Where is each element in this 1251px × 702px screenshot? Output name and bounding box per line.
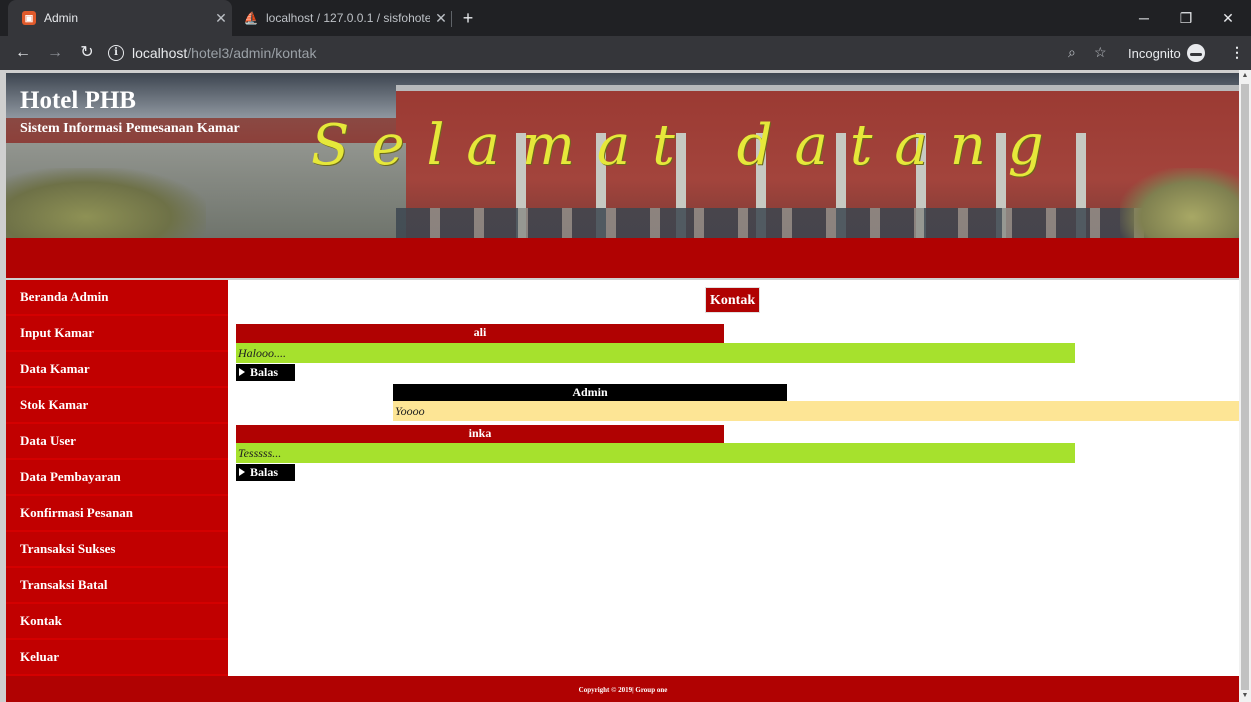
reply-label: Balas (250, 465, 279, 479)
close-icon[interactable]: ✕ (430, 10, 452, 27)
reply-label: Balas (250, 365, 279, 379)
tab-phpmyadmin[interactable]: ⛵ localhost / 127.0.0.1 / sisfohotel / ✕ (232, 0, 452, 36)
sidebar-item-transaksi-batal[interactable]: Transaksi Batal (6, 568, 228, 604)
zoom-magnifier-icon[interactable]: ⌕ (1068, 44, 1076, 61)
sidebar-item-data-kamar[interactable]: Data Kamar (6, 352, 228, 388)
message-text: Yoooo (393, 401, 1240, 421)
banner-trees (1120, 168, 1240, 238)
arrow-right-icon (239, 368, 245, 376)
sidebar-item-transaksi-sukses[interactable]: Transaksi Sukses (6, 532, 228, 568)
page-viewport: Hotel PHB Sistem Informasi Pemesanan Kam… (0, 70, 1251, 702)
url-path: /hotel3/admin/kontak (187, 45, 317, 61)
scroll-up-icon[interactable]: ▲ (1239, 70, 1251, 82)
vertical-scrollbar[interactable]: ▲ ▼ (1239, 70, 1251, 702)
incognito-indicator[interactable]: Incognito (1128, 44, 1205, 62)
banner-windows (396, 208, 1240, 238)
window-close-icon[interactable]: ✕ (1208, 0, 1248, 36)
close-icon[interactable]: ✕ (210, 10, 232, 27)
site-title: Hotel PHB (20, 87, 136, 114)
minimize-icon[interactable]: ─ (1124, 0, 1164, 36)
incognito-icon (1186, 44, 1205, 62)
url-host: localhost (132, 45, 188, 61)
sidebar-item-beranda-admin[interactable]: Beranda Admin (6, 280, 228, 316)
site-subtitle: Sistem Informasi Pemesanan Kamar (20, 121, 240, 136)
forward-arrow-icon[interactable]: → (44, 42, 66, 64)
reload-icon[interactable]: ↻ (76, 42, 98, 64)
header-red-bar (6, 238, 1240, 278)
bookmark-star-icon[interactable]: ☆ (1094, 44, 1107, 61)
sidebar-item-input-kamar[interactable]: Input Kamar (6, 316, 228, 352)
tab-separator (451, 11, 452, 27)
tab-admin[interactable]: ▣ Admin ✕ (8, 0, 232, 36)
scroll-thumb[interactable] (1241, 84, 1249, 690)
message-sender: ali (236, 324, 724, 343)
sidebar-item-keluar[interactable]: Keluar (6, 640, 228, 676)
browser-tab-bar: ▣ Admin ✕ ⛵ localhost / 127.0.0.1 / sisf… (0, 0, 1251, 36)
scroll-down-icon[interactable]: ▼ (1239, 690, 1251, 702)
tab-title: Admin (44, 11, 79, 25)
browser-toolbar: ← → ↻ i localhost/hotel3/admin/kontak ⌕ … (0, 36, 1251, 70)
copyright-text: Copyright © 2019| Group one (578, 686, 668, 694)
phpmyadmin-favicon-icon: ⛵ (243, 11, 259, 25)
incognito-label: Incognito (1128, 45, 1181, 61)
page-title: Kontak (705, 287, 761, 313)
sidebar-item-konfirmasi-pesanan[interactable]: Konfirmasi Pesanan (6, 496, 228, 532)
arrow-right-icon (239, 468, 245, 476)
reply-button[interactable]: Balas (236, 364, 295, 381)
footer: Copyright © 2019| Group one (6, 676, 1240, 702)
new-tab-plus-icon[interactable]: + (458, 8, 478, 28)
welcome-text: Selamat datang (311, 113, 1066, 178)
kebab-menu-icon[interactable]: ⋮ (1230, 44, 1244, 61)
restore-icon[interactable]: ❐ (1166, 0, 1206, 36)
banner-trees (6, 168, 206, 238)
main-content: Kontak ali Halooo.... Balas Admin Yoooo … (228, 280, 1240, 676)
admin-favicon-icon: ▣ (22, 11, 36, 25)
sidebar-item-kontak[interactable]: Kontak (6, 604, 228, 640)
tab-title: localhost / 127.0.0.1 / sisfohotel / (266, 11, 430, 25)
header-banner: Hotel PHB Sistem Informasi Pemesanan Kam… (6, 73, 1240, 238)
back-arrow-icon[interactable]: ← (12, 42, 34, 64)
reply-button[interactable]: Balas (236, 464, 295, 481)
sidebar-item-data-user[interactable]: Data User (6, 424, 228, 460)
message-text: Tesssss... (236, 443, 1075, 463)
sidebar-item-stok-kamar[interactable]: Stok Kamar (6, 388, 228, 424)
message-text: Halooo.... (236, 343, 1075, 363)
message-sender: inka (236, 425, 724, 444)
sidebar-menu: Beranda Admin Input Kamar Data Kamar Sto… (6, 280, 228, 676)
sidebar-item-data-pembayaran[interactable]: Data Pembayaran (6, 460, 228, 496)
info-icon[interactable]: i (108, 45, 124, 61)
address-bar[interactable]: i localhost/hotel3/admin/kontak (108, 40, 1028, 66)
